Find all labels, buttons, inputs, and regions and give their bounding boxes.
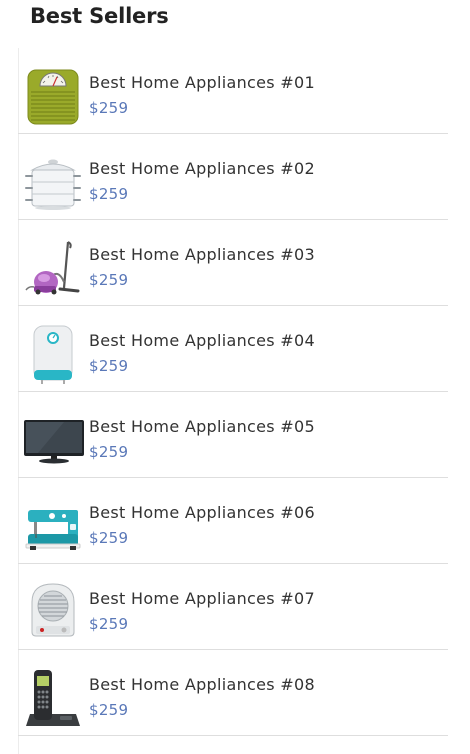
product-price: $259 <box>89 99 129 117</box>
best-sellers-list: Best Home Appliances #01 $259 Best Home … <box>18 48 448 736</box>
list-item[interactable]: Best Home Appliances #05 $259 <box>18 392 448 478</box>
product-name[interactable]: Best Home Appliances #03 <box>89 245 315 264</box>
product-name[interactable]: Best Home Appliances #06 <box>89 503 315 522</box>
list-item[interactable]: Best Home Appliances #04 $259 <box>18 306 448 392</box>
product-name[interactable]: Best Home Appliances #05 <box>89 417 315 436</box>
bathroom-scale-icon[interactable] <box>24 66 82 128</box>
fan-heater-icon[interactable] <box>24 582 82 644</box>
list-item[interactable]: Best Home Appliances #07 $259 <box>18 564 448 650</box>
list-item[interactable]: Best Home Appliances #02 $259 <box>18 134 448 220</box>
product-name[interactable]: Best Home Appliances #02 <box>89 159 315 178</box>
list-item[interactable]: Best Home Appliances #03 $259 <box>18 220 448 306</box>
product-price: $259 <box>89 529 129 547</box>
product-name[interactable]: Best Home Appliances #07 <box>89 589 315 608</box>
list-item[interactable]: Best Home Appliances #01 $259 <box>18 48 448 134</box>
product-price: $259 <box>89 615 129 633</box>
section-title: Best Sellers <box>30 4 169 28</box>
tv-monitor-icon[interactable] <box>24 410 84 472</box>
product-name[interactable]: Best Home Appliances #08 <box>89 675 315 694</box>
product-price: $259 <box>89 701 129 719</box>
product-name[interactable]: Best Home Appliances #01 <box>89 73 315 92</box>
cordless-phone-icon[interactable] <box>24 668 82 730</box>
product-price: $259 <box>89 271 129 289</box>
list-item[interactable]: Best Home Appliances #06 $259 <box>18 478 448 564</box>
product-price: $259 <box>89 357 129 375</box>
product-price: $259 <box>89 443 129 461</box>
sewing-machine-icon[interactable] <box>24 496 82 558</box>
steamer-pot-icon[interactable] <box>24 152 82 214</box>
vacuum-cleaner-icon[interactable] <box>24 238 82 300</box>
water-heater-icon[interactable] <box>24 324 82 386</box>
product-price: $259 <box>89 185 129 203</box>
product-name[interactable]: Best Home Appliances #04 <box>89 331 315 350</box>
list-item[interactable]: Best Home Appliances #08 $259 <box>18 650 448 736</box>
